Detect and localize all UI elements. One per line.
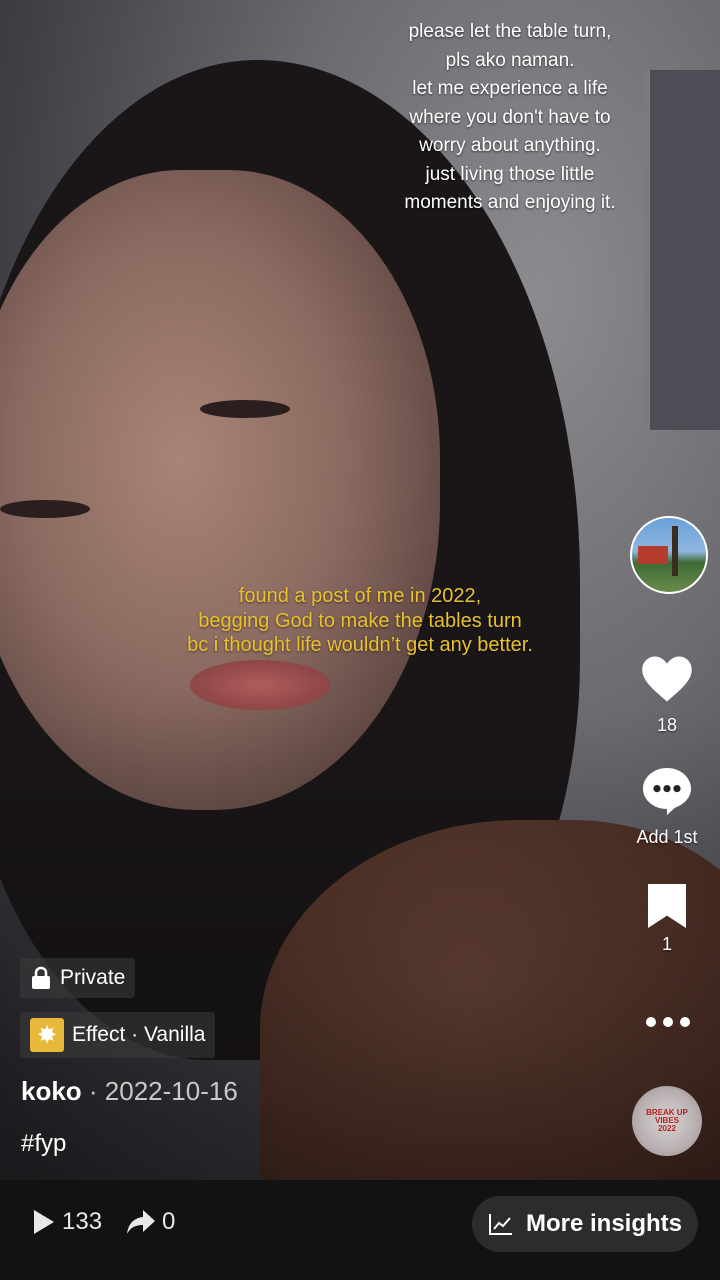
mid-caption-line: found a post of me in 2022, — [238, 585, 482, 607]
top-caption-line: pls ako naman. — [445, 49, 575, 71]
lock-icon — [32, 966, 50, 989]
sound-disc-text: 2022 — [658, 1124, 676, 1133]
privacy-label: Private — [60, 966, 126, 989]
shares-stat: 0 — [126, 1208, 175, 1236]
bookmark-icon — [648, 884, 686, 928]
mid-caption-line: bc i thought life wouldn’t get any bette… — [187, 634, 533, 656]
top-caption-line: let me experience a life — [412, 78, 608, 99]
like-button[interactable]: 18 — [622, 654, 712, 736]
top-caption-line: worry about anything. — [419, 135, 601, 156]
more-insights-label: More insights — [525, 1210, 682, 1237]
more-icon[interactable] — [646, 1012, 690, 1032]
hashtag[interactable]: #fyp — [21, 1130, 66, 1158]
sound-disc[interactable]: BREAK UP VIBES 2022 — [632, 1086, 702, 1156]
privacy-badge[interactable]: Private — [20, 958, 136, 998]
more-dot — [663, 1017, 673, 1027]
shares-count: 0 — [162, 1208, 176, 1235]
creator-avatar[interactable] — [630, 516, 708, 594]
author-line: koko · 2022-10-16 — [21, 1076, 238, 1107]
views-count: 133 — [62, 1208, 103, 1235]
more-dot — [646, 1017, 656, 1027]
mid-caption: found a post of me in 2022, begging God … — [110, 584, 610, 658]
effect-icon: ✸ — [30, 1018, 64, 1052]
heart-icon — [642, 656, 692, 702]
top-caption-line: just living those little — [425, 163, 595, 185]
post-date: · 2022-10-16 — [81, 1076, 238, 1106]
top-caption-line: moments and enjoying it. — [404, 192, 616, 213]
top-caption: please let the table turn, pls ako naman… — [370, 18, 650, 218]
author-name[interactable]: koko — [21, 1076, 82, 1106]
chart-icon — [488, 1214, 512, 1235]
more-dot — [680, 1017, 690, 1027]
avatar-tree — [672, 526, 678, 576]
comment-label: Add 1st — [636, 827, 698, 847]
share-icon — [127, 1210, 155, 1234]
top-caption-line: please let the table turn, — [408, 21, 612, 42]
effect-label: Effect · Vanilla — [72, 1023, 206, 1046]
comment-button[interactable]: Add 1st — [622, 766, 712, 848]
bookmark-button[interactable]: 1 — [622, 884, 712, 955]
top-caption-line: where you don't have to — [409, 106, 611, 128]
like-count: 18 — [656, 715, 678, 735]
bookmark-count: 1 — [661, 934, 672, 954]
play-icon — [34, 1210, 54, 1234]
mid-caption-line: begging God to make the tables turn — [198, 609, 522, 632]
views-stat: 133 — [32, 1208, 102, 1236]
avatar-roof — [638, 546, 668, 564]
effect-badge[interactable]: ✸ Effect · Vanilla — [20, 1012, 216, 1058]
more-insights-button[interactable]: More insights — [472, 1196, 698, 1252]
comment-icon — [643, 768, 691, 815]
